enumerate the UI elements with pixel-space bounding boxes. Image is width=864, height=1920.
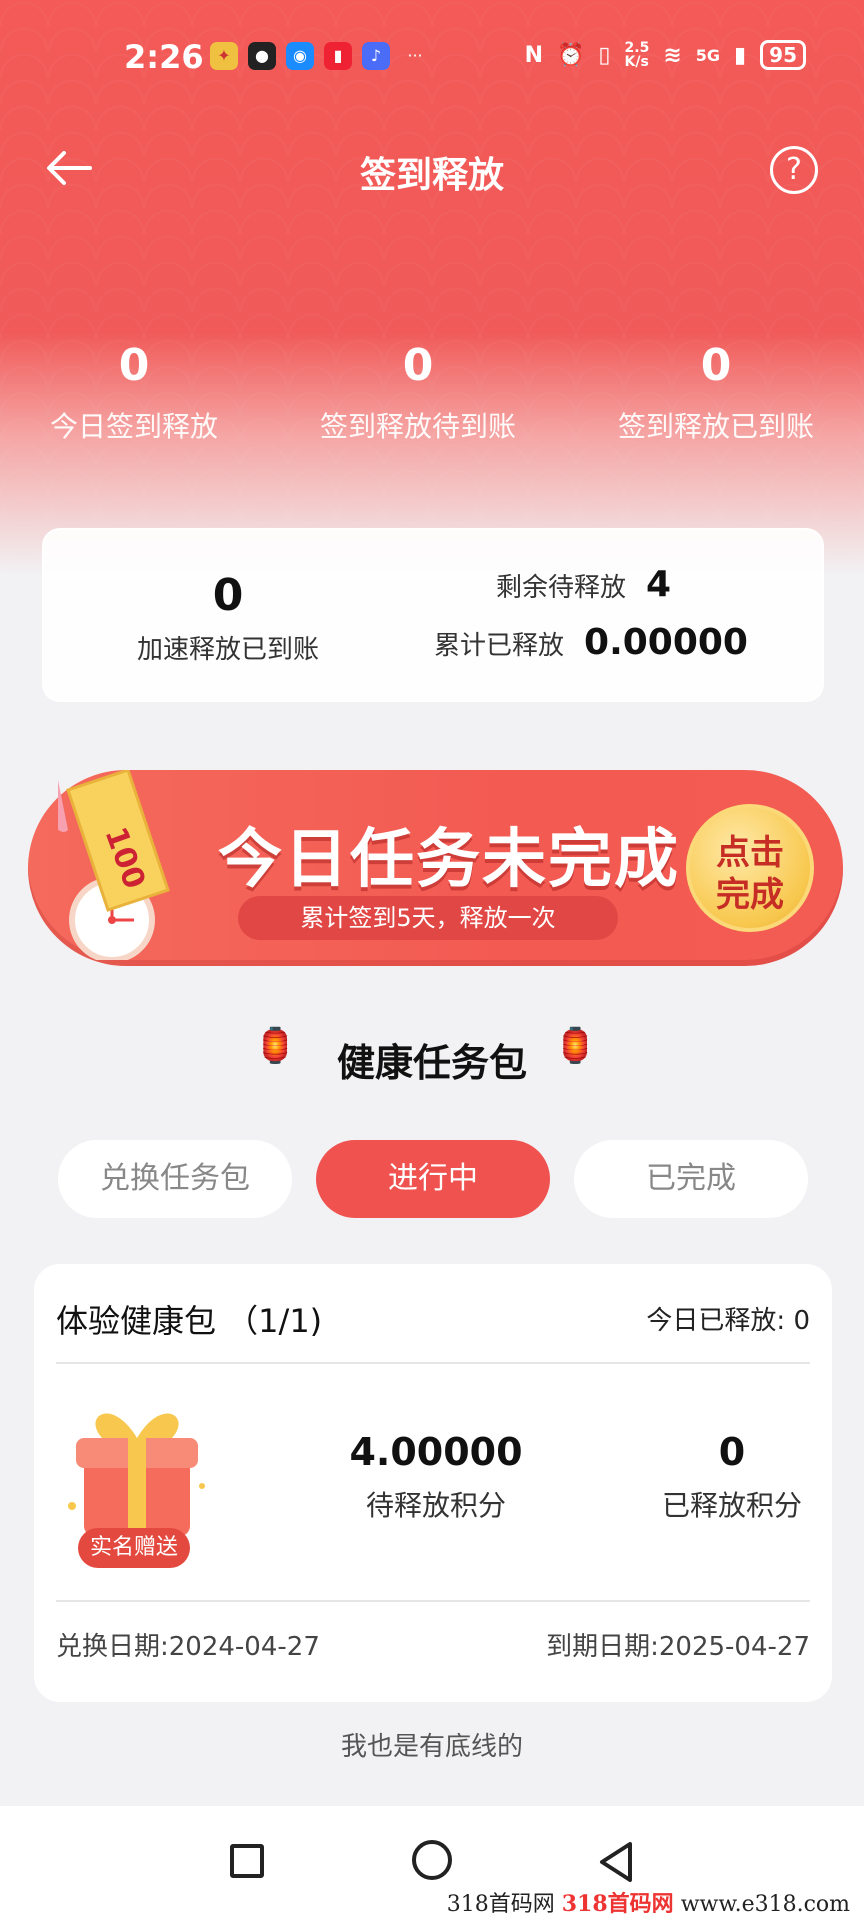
expire-date: 到期日期:2025-04-27 bbox=[546, 1632, 810, 1662]
pending-value: 4.00000 bbox=[349, 1430, 523, 1474]
released-value: 0.00000 bbox=[584, 622, 748, 663]
stat-label: 签到释放已到账 bbox=[617, 410, 814, 443]
divider bbox=[56, 1362, 810, 1364]
home-button[interactable] bbox=[412, 1840, 452, 1880]
message-icon: ◉ bbox=[286, 42, 314, 70]
real-name-gift-badge: 实名赠送 bbox=[78, 1528, 190, 1568]
music-icon: ♪ bbox=[362, 42, 390, 70]
tab-completed[interactable]: 已完成 bbox=[574, 1140, 808, 1218]
alarm-icon: ⏰ bbox=[557, 42, 585, 68]
task-title: 体验健康包 （1/1) bbox=[56, 1302, 323, 1340]
released-points: 0 已释放积分 bbox=[612, 1430, 852, 1524]
help-icon[interactable]: ? bbox=[770, 146, 818, 194]
divider bbox=[56, 1600, 810, 1602]
status-right: N ⏰ ▯ 2.5 K/s ≋ 5G ▮ 95 bbox=[525, 40, 806, 70]
stat-value: 0 bbox=[118, 340, 150, 391]
accel-value: 0 bbox=[212, 570, 244, 621]
lantern-right-icon: 🏮 bbox=[554, 1026, 597, 1066]
stat-value: 0 bbox=[700, 340, 732, 391]
recent-apps-button[interactable] bbox=[230, 1844, 264, 1878]
released-points-label: 已释放积分 bbox=[661, 1489, 802, 1522]
top-nav: 签到释放 ? bbox=[0, 140, 864, 200]
status-bar: 2:26 ✦ ● ◉ ▮ ♪ ··· N ⏰ ▯ 2.5 K/s ≋ 5G ▮ … bbox=[0, 38, 864, 82]
remaining-value: 4 bbox=[646, 564, 672, 605]
accel-label: 加速释放已到账 bbox=[136, 635, 319, 665]
system-back-button[interactable] bbox=[596, 1840, 636, 1884]
vibrate-icon: ▯ bbox=[598, 42, 611, 68]
stat-today-release: 0 今日签到释放 bbox=[4, 340, 264, 445]
today-released: 今日已释放: 0 bbox=[646, 1306, 810, 1336]
summary-card: 0 加速释放已到账 剩余待释放 4 累计已释放 0.00000 bbox=[42, 528, 824, 702]
stat-received-release: 0 签到释放已到账 bbox=[586, 340, 846, 445]
nfc-icon: N bbox=[524, 42, 544, 68]
pending-points: 4.00000 待释放积分 bbox=[316, 1430, 556, 1524]
pending-label: 待释放积分 bbox=[365, 1489, 506, 1522]
remaining-label: 剩余待释放 bbox=[496, 573, 627, 603]
task-package-card: 体验健康包 （1/1) 今日已释放: 0 实名赠送 4.00000 待释放积分 … bbox=[34, 1264, 832, 1702]
alert-app-icon: ✦ bbox=[210, 42, 238, 70]
task-banner[interactable]: 100 今日任务未完成 累计签到5天，释放一次 点击 完成 bbox=[28, 770, 843, 966]
app-red-icon: ▮ bbox=[324, 42, 352, 70]
end-of-list-text: 我也是有底线的 bbox=[340, 1732, 523, 1762]
remaining-row: 剩余待释放 4 bbox=[496, 564, 671, 605]
signal-icon: ▮ bbox=[734, 42, 747, 68]
tab-in-progress[interactable]: 进行中 bbox=[316, 1140, 550, 1218]
stat-value: 0 bbox=[402, 340, 434, 391]
qq-icon: ● bbox=[248, 42, 276, 70]
complete-task-button[interactable]: 点击 完成 bbox=[686, 804, 814, 932]
signal-label: 5G bbox=[695, 45, 721, 65]
released-points-value: 0 bbox=[718, 1430, 746, 1474]
wifi-icon: ≋ bbox=[663, 42, 682, 68]
watermark-brand: 318首码网 bbox=[561, 1891, 674, 1917]
page-title: 签到释放 bbox=[359, 155, 504, 196]
banner-title: 今日任务未完成 bbox=[218, 823, 680, 897]
stat-pending-release: 0 签到释放待到账 bbox=[288, 340, 548, 445]
watermark-prefix: 318首码网 bbox=[446, 1892, 555, 1917]
tab-exchange[interactable]: 兑换任务包 bbox=[58, 1140, 292, 1218]
accel-release: 0 加速释放已到账 bbox=[118, 570, 338, 666]
more-icon: ··· bbox=[407, 46, 423, 65]
stat-label: 今日签到释放 bbox=[49, 410, 218, 443]
system-nav-bar: 318首码网 318首码网 www.e318.com bbox=[0, 1806, 864, 1920]
stat-label: 签到释放待到账 bbox=[319, 410, 516, 443]
network-speed: 2.5 K/s bbox=[624, 40, 650, 70]
battery-indicator: 95 bbox=[760, 40, 806, 70]
status-time: 2:26 bbox=[124, 38, 204, 76]
banner-subtitle: 累计签到5天，释放一次 bbox=[238, 896, 618, 940]
watermark-url: www.e318.com bbox=[680, 1892, 850, 1917]
section-title: 健康任务包 bbox=[336, 1041, 527, 1085]
released-label: 累计已释放 bbox=[434, 631, 565, 661]
released-row: 累计已释放 0.00000 bbox=[434, 622, 748, 663]
exchange-date: 兑换日期:2024-04-27 bbox=[56, 1632, 320, 1662]
watermark: 318首码网 318首码网 www.e318.com bbox=[447, 1886, 850, 1918]
ticket-clock-illustration: 100 bbox=[58, 770, 170, 960]
notification-icons: ✦ ● ◉ ▮ ♪ ··· bbox=[210, 42, 430, 70]
